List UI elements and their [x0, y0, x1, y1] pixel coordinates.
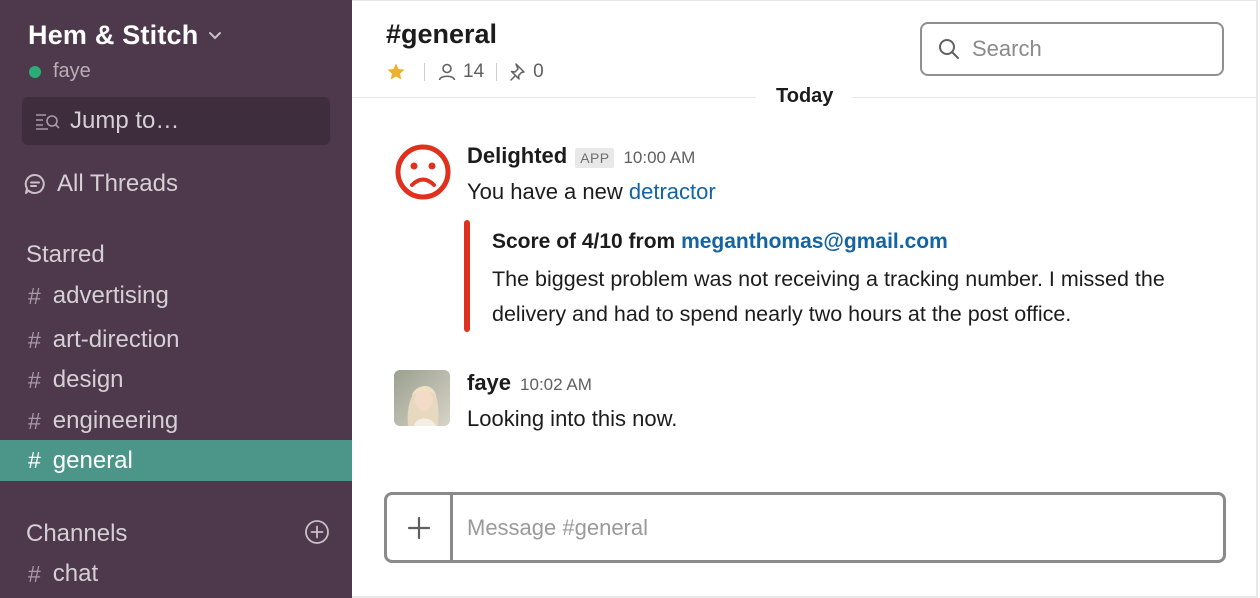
pinned-count-button[interactable]: 0	[509, 61, 544, 83]
jump-search-icon	[36, 114, 60, 130]
user-name: faye	[53, 60, 91, 82]
search-icon	[939, 39, 959, 59]
channel-meta: 14 0	[386, 61, 544, 83]
threads-icon	[24, 173, 45, 194]
message-attachment: Score of 4/10 from meganthomas@gmail.com…	[464, 220, 1224, 332]
attachment-color-bar	[464, 220, 470, 332]
message-input[interactable]	[453, 495, 1223, 560]
message-header: Delighted APP 10:00 AM	[467, 143, 695, 169]
day-divider-label: Today	[756, 85, 854, 108]
all-threads-link[interactable]: All Threads	[23, 170, 178, 198]
pinned-count: 0	[533, 61, 544, 82]
sender-name[interactable]: faye	[467, 370, 511, 396]
sidebar-item-art-direction[interactable]: # art-direction	[0, 320, 352, 360]
divider	[496, 63, 498, 81]
main-panel: #general 14 0 Search Today Delighted APP…	[352, 0, 1258, 598]
hash-icon: #	[28, 407, 41, 434]
message-text: Looking into this now.	[467, 406, 678, 431]
chevron-down-icon	[209, 31, 222, 39]
team-switcher[interactable]: Hem & Stitch	[28, 20, 222, 51]
channel-label: engineering	[52, 407, 179, 434]
member-count-button[interactable]: 14	[437, 61, 484, 83]
member-icon	[438, 63, 456, 81]
hash-icon: #	[28, 366, 41, 393]
sidebar-item-general[interactable]: # general	[0, 440, 352, 481]
divider	[424, 63, 425, 81]
message-timestamp[interactable]: 10:00 AM	[623, 148, 695, 168]
jump-to-label: Jump to…	[70, 107, 180, 134]
sidebar-item-engineering[interactable]: # engineering	[0, 401, 352, 441]
attach-button[interactable]	[387, 495, 453, 560]
attachment-body: The biggest problem was not receiving a …	[492, 267, 1165, 326]
starred-section-title[interactable]: Starred	[26, 241, 105, 269]
attachment-title: Score of 4/10 from meganthomas@gmail.com	[492, 230, 948, 254]
pin-icon	[510, 63, 525, 81]
current-user[interactable]: faye	[29, 60, 91, 83]
hash-icon: #	[28, 326, 41, 353]
hash-icon: #	[28, 447, 41, 473]
app-badge: APP	[575, 148, 615, 168]
plus-icon	[407, 516, 430, 539]
channel-label: advertising	[52, 282, 169, 309]
message-text: You have a new detractor	[467, 179, 716, 205]
sad-face-icon[interactable]	[394, 143, 452, 201]
hash-icon: #	[28, 282, 41, 309]
member-count: 14	[463, 61, 485, 82]
presence-icon	[29, 65, 41, 78]
message-text-prefix: You have a new	[467, 179, 629, 204]
channel-label: design	[52, 366, 124, 393]
channel-label: chat	[52, 560, 99, 587]
channel-title[interactable]: #general	[386, 19, 497, 50]
add-channel-icon[interactable]	[304, 519, 330, 545]
sidebar-item-advertising[interactable]: # advertising	[0, 276, 352, 316]
message-composer	[384, 492, 1226, 563]
sidebar-item-chat[interactable]: # chat	[0, 554, 352, 594]
email-link[interactable]: meganthomas@gmail.com	[681, 230, 948, 253]
channels-section-title[interactable]: Channels	[26, 520, 127, 548]
jump-to-button[interactable]: Jump to…	[22, 97, 330, 145]
user-avatar[interactable]	[394, 370, 450, 426]
message-header: faye 10:02 AM	[467, 370, 592, 396]
sidebar-item-design[interactable]: # design	[0, 360, 352, 400]
sidebar: Hem & Stitch faye Jump to… All Threads S…	[0, 0, 352, 598]
channel-label: general	[52, 446, 133, 474]
team-name: Hem & Stitch	[28, 20, 199, 50]
detractor-link[interactable]: detractor	[629, 179, 716, 204]
search-input[interactable]	[972, 36, 1212, 62]
sender-name[interactable]: Delighted	[467, 143, 567, 169]
search-box[interactable]	[920, 22, 1224, 76]
star-toggle[interactable]	[386, 62, 412, 82]
hash-icon: #	[28, 560, 41, 587]
all-threads-label: All Threads	[57, 170, 178, 197]
attachment-title-prefix: Score of 4/10 from	[492, 230, 682, 253]
channel-label: art-direction	[52, 326, 180, 353]
star-icon	[387, 63, 405, 80]
message-timestamp[interactable]: 10:02 AM	[520, 375, 592, 395]
